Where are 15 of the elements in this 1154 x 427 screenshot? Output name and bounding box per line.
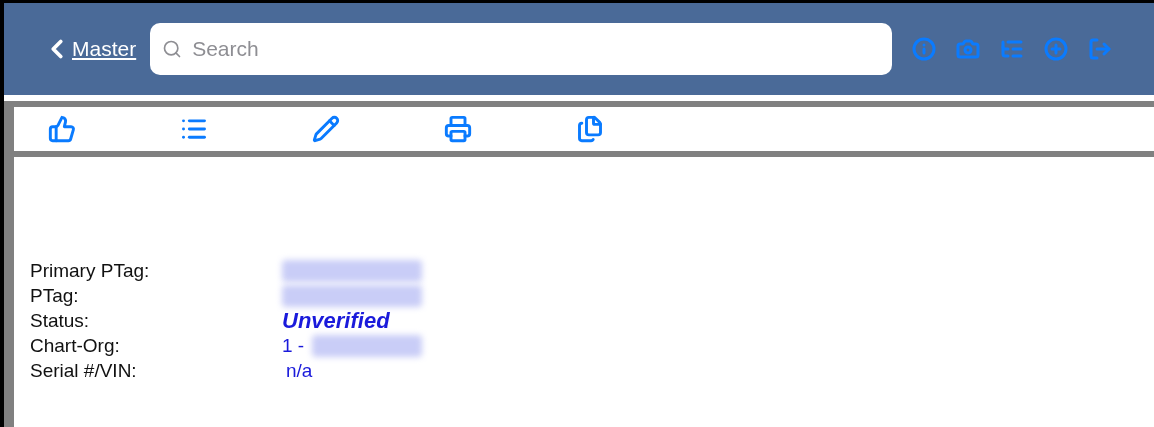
pencil-icon[interactable]	[312, 115, 340, 143]
field-label: Serial #/VIN:	[30, 359, 138, 383]
search-field[interactable]: Search	[150, 23, 893, 75]
field-value: 1 -	[282, 334, 305, 358]
field-label: Status:	[30, 309, 91, 333]
field-value: n/a	[285, 359, 313, 383]
printer-icon[interactable]	[444, 115, 472, 143]
thumbs-up-icon[interactable]	[48, 115, 76, 143]
field-label: PTag:	[30, 284, 80, 308]
documents-icon[interactable]	[576, 115, 604, 143]
search-icon	[162, 39, 183, 59]
back-link[interactable]: Master	[42, 33, 137, 65]
field-label: Primary PTag:	[30, 259, 151, 283]
status-value: Unverified	[282, 309, 390, 333]
field-label: Chart-Org:	[30, 334, 121, 358]
